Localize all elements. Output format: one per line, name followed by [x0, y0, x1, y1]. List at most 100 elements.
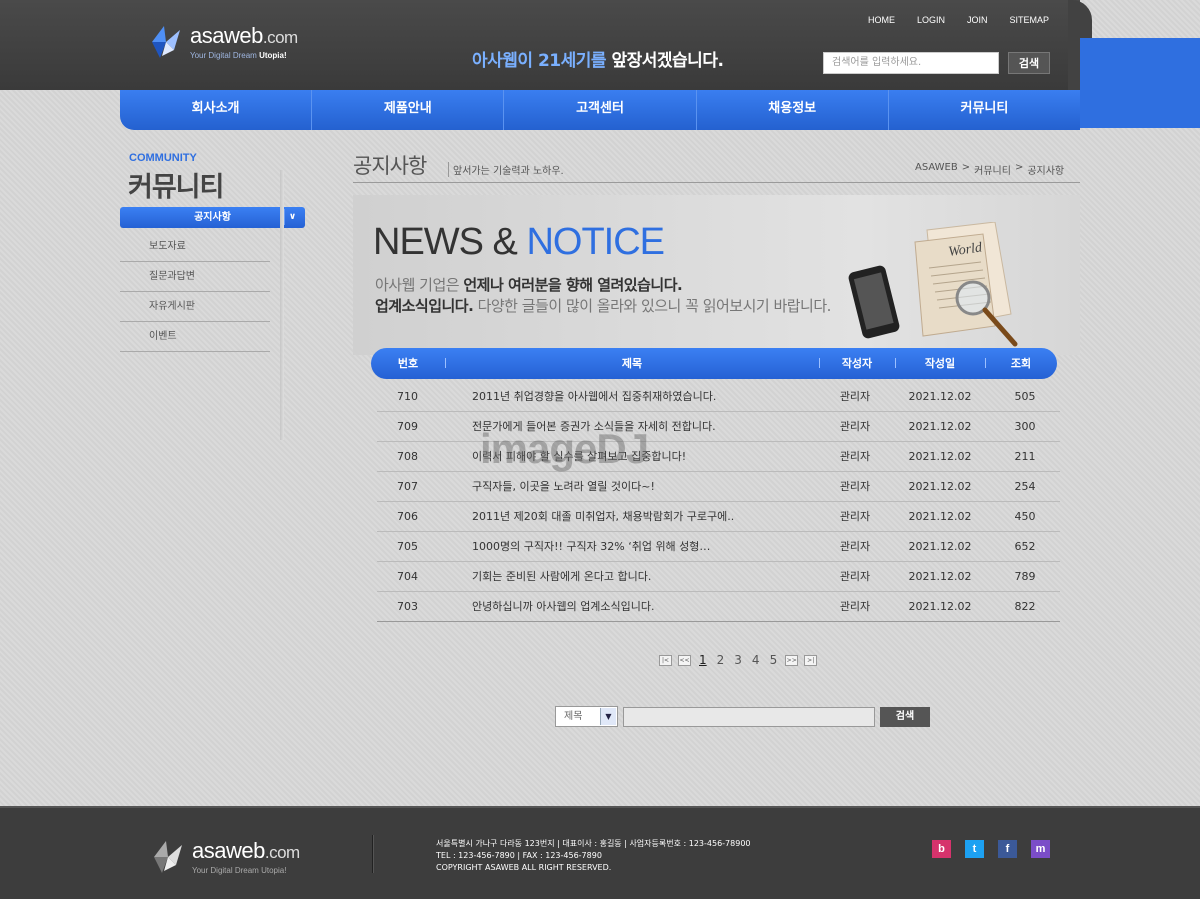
social-links: b t f m	[932, 840, 1050, 858]
nav-item-recruit[interactable]: 채용정보	[697, 90, 889, 130]
row-author: 관리자	[839, 390, 871, 403]
login-link[interactable]: LOGIN	[917, 15, 945, 25]
row-views: 450	[1014, 510, 1036, 523]
nav-item-support[interactable]: 고객센터	[504, 90, 697, 130]
page-1-link[interactable]: 1	[697, 653, 709, 667]
join-link[interactable]: JOIN	[967, 15, 988, 25]
notice-table: 710 2011년 취업경향을 아사웹에서 집중취재하였습니다. 관리자 202…	[377, 382, 1060, 622]
sidebar-item-press[interactable]: 보도자료	[120, 232, 270, 262]
logo-mark-icon	[152, 26, 180, 58]
sidebar-title: 커뮤니티	[128, 172, 224, 203]
row-views: 505	[1014, 390, 1036, 403]
header-search-button[interactable]: 검색	[1008, 52, 1050, 74]
banner-illustration: World	[848, 222, 1018, 347]
row-date: 2021.12.02	[908, 600, 972, 613]
row-title-link[interactable]: 2011년 제20회 대졸 미취업자, 채용박람회가 구로구에..	[438, 502, 820, 531]
header-accent-block	[1080, 38, 1200, 128]
table-row[interactable]: 707 구직자들, 이곳을 노려라 열릴 것이다~! 관리자 2021.12.0…	[377, 472, 1060, 502]
col-header-author: 작성자	[819, 348, 895, 379]
slogan-highlight: 아사웹이 21세기를	[472, 51, 607, 71]
prev-page-button[interactable]: <<	[678, 654, 691, 666]
row-date: 2021.12.02	[908, 570, 972, 583]
smartphone-icon	[848, 265, 900, 339]
row-views: 211	[1014, 450, 1036, 463]
blog-icon[interactable]: b	[932, 840, 951, 858]
sidebar-menu: 보도자료 질문과답변 자유게시판 이벤트	[120, 232, 270, 352]
row-views: 652	[1014, 540, 1036, 553]
row-date: 2021.12.02	[908, 480, 972, 493]
row-no: 705	[397, 540, 418, 553]
footer-wordmark: asaweb.com	[192, 839, 300, 864]
table-row[interactable]: 704 기회는 준비된 사람에게 온다고 합니다. 관리자 2021.12.02…	[377, 562, 1060, 592]
banner-line-2b: 다양한 글들이 많이 올라와 있으니 꼭 읽어보시기 바랍니다.	[473, 297, 832, 315]
breadcrumb-home[interactable]: ASAWEB	[915, 162, 958, 177]
next-page-button[interactable]: >>	[785, 654, 799, 666]
row-title-link[interactable]: 기회는 준비된 사람에게 온다고 합니다.	[438, 562, 820, 591]
page-3-link[interactable]: 3	[732, 653, 744, 667]
row-no: 706	[397, 510, 418, 523]
sidebar-item-event[interactable]: 이벤트	[120, 322, 270, 352]
row-views: 822	[1014, 600, 1036, 613]
page-title: 공지사항	[353, 154, 427, 178]
row-no: 709	[397, 420, 418, 433]
twitter-icon[interactable]: t	[965, 840, 984, 858]
breadcrumb-current: 공지사항	[1027, 166, 1065, 177]
sidebar-item-board[interactable]: 자유게시판	[120, 292, 270, 322]
page-subtitle: 앞서가는 기술력과 노하우.	[448, 162, 564, 177]
last-page-button[interactable]: >|	[804, 654, 818, 666]
breadcrumb-sep-1: >	[961, 162, 971, 173]
banner-heading-2: NOTICE	[526, 221, 665, 263]
header-search-input[interactable]: 검색어를 입력하세요.	[823, 52, 999, 74]
banner-line-1b: 언제나 여러분을 향해 열려있습니다.	[463, 276, 683, 294]
footer-logo[interactable]: asaweb.com Your Digital Dream Utopia!	[150, 837, 300, 877]
footer-address: 서울특별시 가나구 다라동 123번지 | 대표이사 : 홍길동 | 사업자등록…	[436, 839, 751, 848]
watermark-logo: imageDJ	[480, 425, 649, 472]
footer-tagline-1: Your Digital Dream	[192, 865, 259, 875]
site-logo[interactable]: asaweb.com Your Digital Dream Utopia!	[148, 22, 298, 62]
col-header-title: 제목	[445, 348, 819, 379]
row-title-link[interactable]: 안녕하십니까 아사웹의 업계소식입니다.	[438, 592, 820, 621]
table-row[interactable]: 706 2011년 제20회 대졸 미취업자, 채용박람회가 구로구에.. 관리…	[377, 502, 1060, 532]
sitemap-link[interactable]: SITEMAP	[1010, 15, 1050, 25]
row-no: 707	[397, 480, 418, 493]
table-row[interactable]: 710 2011년 취업경향을 아사웹에서 집중취재하였습니다. 관리자 202…	[377, 382, 1060, 412]
row-date: 2021.12.02	[908, 420, 972, 433]
footer-tagline: Your Digital Dream Utopia!	[192, 866, 300, 875]
row-author: 관리자	[839, 510, 871, 523]
sidebar-divider	[280, 170, 284, 440]
page-5-link[interactable]: 5	[768, 653, 780, 667]
footer-logo-mark-icon	[154, 841, 182, 873]
nav-item-products[interactable]: 제품안내	[312, 90, 505, 130]
board-search-input[interactable]	[623, 707, 875, 727]
banner-line-2a: 업계소식입니다.	[375, 297, 474, 315]
row-no: 708	[397, 450, 418, 463]
col-header-no: 번호	[397, 357, 419, 370]
search-field-select[interactable]: 제목 ▼	[555, 706, 618, 727]
logo-tagline: Your Digital Dream Utopia!	[190, 51, 298, 60]
row-title-link[interactable]: 구직자들, 이곳을 노려라 열릴 것이다~!	[438, 472, 820, 501]
nav-item-community[interactable]: 커뮤니티	[889, 90, 1080, 130]
sidebar-item-notice[interactable]: 공지사항 ∨	[120, 207, 305, 228]
row-title-link[interactable]: 1000명의 구직자!! 구직자 32% ‘취업 위해 성형…	[438, 532, 820, 561]
sidebar-item-qna[interactable]: 질문과답변	[120, 262, 270, 292]
row-author: 관리자	[839, 420, 871, 433]
row-author: 관리자	[839, 450, 871, 463]
page-2-link[interactable]: 2	[715, 653, 727, 667]
page-4-link[interactable]: 4	[750, 653, 762, 667]
search-field-select-value: 제목	[564, 711, 583, 722]
home-link[interactable]: HOME	[868, 15, 895, 25]
row-date: 2021.12.02	[908, 390, 972, 403]
chevron-down-icon: ∨	[284, 209, 300, 225]
banner-heading: NEWS & NOTICE	[373, 221, 665, 264]
row-title-link[interactable]: 2011년 취업경향을 아사웹에서 집중취재하였습니다.	[438, 382, 820, 411]
title-divider	[353, 182, 1080, 183]
table-row[interactable]: 703 안녕하십니까 아사웹의 업계소식입니다. 관리자 2021.12.02 …	[377, 592, 1060, 622]
me2day-icon[interactable]: m	[1031, 840, 1050, 858]
nav-item-company[interactable]: 회사소개	[120, 90, 313, 130]
breadcrumb-community[interactable]: 커뮤니티	[974, 162, 1011, 177]
facebook-icon[interactable]: f	[998, 840, 1017, 858]
first-page-button[interactable]: |<	[659, 654, 672, 666]
board-search-button[interactable]: 검색	[880, 707, 930, 727]
footer-divider	[372, 835, 374, 873]
table-row[interactable]: 705 1000명의 구직자!! 구직자 32% ‘취업 위해 성형… 관리자 …	[377, 532, 1060, 562]
